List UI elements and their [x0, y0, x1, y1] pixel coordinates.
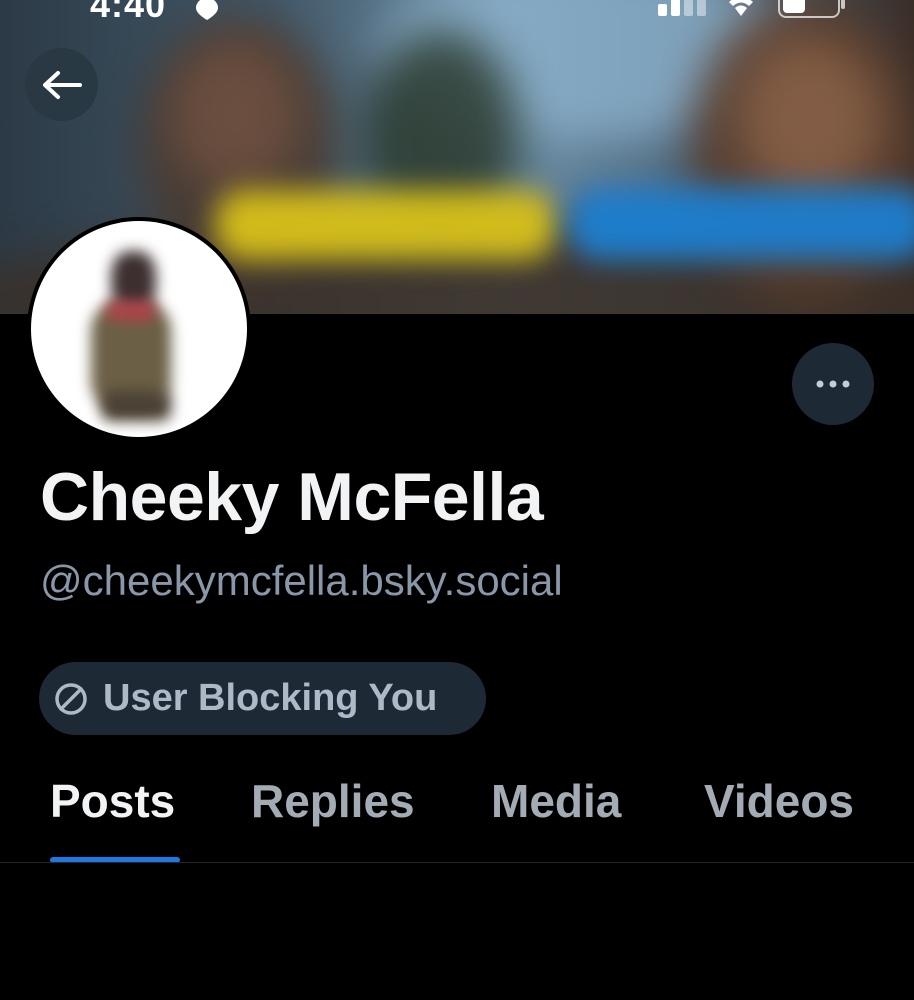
- no-entry-icon: [55, 682, 87, 715]
- location-icon: [196, 0, 218, 20]
- tab-posts[interactable]: Posts: [50, 774, 175, 828]
- blocking-status-badge: User Blocking You: [39, 662, 486, 735]
- tabs-divider: [0, 862, 914, 863]
- avatar[interactable]: [27, 217, 251, 441]
- ellipsis-icon: [816, 380, 850, 388]
- profile-handle: @cheekymcfella.bsky.social: [40, 557, 563, 604]
- back-button[interactable]: [25, 48, 98, 121]
- cell-signal-icon: [658, 0, 706, 16]
- tab-media[interactable]: Media: [491, 774, 621, 828]
- blocking-status-label: User Blocking You: [103, 677, 438, 719]
- tab-replies[interactable]: Replies: [251, 774, 415, 828]
- battery-icon: [778, 0, 845, 18]
- tab-videos[interactable]: Videos: [704, 774, 854, 828]
- status-time: 4:40: [90, 0, 167, 25]
- display-name: Cheeky McFella: [40, 459, 544, 535]
- arrow-left-icon: [42, 70, 82, 99]
- wifi-icon: [729, 0, 753, 16]
- profile-tabs: Posts Replies Media Videos: [0, 762, 914, 863]
- more-options-button[interactable]: [792, 343, 874, 425]
